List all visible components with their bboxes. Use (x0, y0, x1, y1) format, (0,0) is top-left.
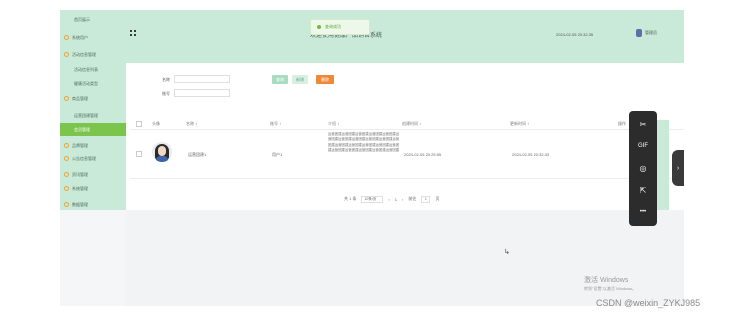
sidebar-footer (60, 210, 126, 306)
goto-suffix: 页 (435, 196, 440, 201)
pager-total: 共 1 条 (344, 196, 357, 201)
record-icon[interactable]: ◎ (629, 157, 657, 179)
prev-page-button[interactable]: ‹ (388, 197, 389, 202)
sidebar-item-label: 健康活动类型 (74, 80, 98, 86)
toast-message: 查询成功 (325, 24, 341, 29)
menu-icon (64, 202, 69, 207)
sidebar: 首页展示系统用户活动信息管理 活动信息列表 健康活动类型 商品管理运营团建管理 会员管理… (60, 10, 126, 210)
sidebar-item[interactable]: 系统管理 (60, 182, 126, 195)
source-credit: CSDN @weixin_ZYKJ985 (596, 298, 701, 308)
sidebar-item[interactable]: 商品管理 (60, 92, 126, 105)
sidebar-item-label: 资讯管理 (72, 171, 88, 177)
sidebar-item[interactable]: 公告信息管理 (60, 152, 126, 165)
cell-name: 运营团建1 (188, 152, 207, 157)
menu-icon (64, 156, 69, 161)
menu-icon (64, 52, 69, 57)
select-all-checkbox[interactable] (136, 121, 142, 127)
sidebar-item-label: 会员管理 (74, 126, 90, 132)
pagination: 共 1 条 10条/页 ‹ 1 › 前往 1 页 (344, 195, 439, 203)
next-page-button[interactable]: › (402, 197, 403, 202)
sidebar-item[interactable]: 品牌管理 (60, 139, 126, 152)
menu-icon (64, 143, 69, 148)
col-account[interactable]: 账号 ↕ (270, 121, 281, 127)
app-window: 首页展示系统用户活动信息管理 活动信息列表 健康活动类型 商品管理运营团建管理 会员管理… (60, 10, 684, 306)
sidebar-item[interactable]: 系统用户 (60, 31, 126, 44)
table-row: 运营团建1 用户1 运营团建运营团建运营团建运营团建运营团建运营团建运营团建运营… (130, 130, 684, 179)
search-button[interactable]: 查询 (272, 75, 288, 84)
col-updated[interactable]: 更新时间 ↕ (510, 121, 529, 127)
menu-icon (64, 96, 69, 101)
success-icon (317, 25, 321, 29)
sidebar-item-label: 系统管理 (72, 185, 88, 191)
user-name: 管理员 (645, 30, 657, 35)
add-button[interactable]: 新增 (292, 75, 308, 84)
more-icon[interactable]: ••• (629, 201, 657, 223)
sidebar-item-label: 公告信息管理 (72, 155, 96, 161)
col-intro[interactable]: 介绍 ↕ (328, 121, 339, 127)
capture-toolbar: ✂ GIF ◎ ⇱ ••• (629, 111, 657, 226)
sidebar-item-label: 活动信息列表 (74, 66, 98, 72)
col-actions: 操作 (618, 121, 626, 126)
table-header: 头像 名称 ↕ 账号 ↕ 介绍 ↕ 创建时间 ↕ 更新时间 ↕ 操作 (130, 118, 684, 130)
name-filter-label: 名称 (162, 77, 170, 82)
col-avatar: 头像 (152, 121, 160, 126)
col-name[interactable]: 名称 ↕ (186, 121, 197, 127)
sidebar-item[interactable]: 活动信息管理 (60, 48, 126, 61)
avatar-photo (152, 142, 172, 162)
header: 欢迎使用健康产品销售系统 2024-02-05 20:32:35 管理员 (126, 10, 684, 55)
sidebar-item[interactable]: 活动信息列表 (60, 63, 126, 76)
account-filter-input[interactable] (174, 89, 230, 97)
delete-button[interactable]: 删除 (316, 75, 334, 84)
col-created[interactable]: 创建时间 ↕ (402, 121, 421, 127)
sidebar-item-label: 数据管理 (72, 201, 88, 207)
windows-watermark: 激活 Windows 转到"设置"以激活 Windows。 (584, 277, 637, 291)
success-toast: 查询成功 (310, 19, 370, 35)
cell-account: 用户1 (272, 152, 283, 157)
menu-grid-icon[interactable] (130, 30, 136, 36)
sidebar-item-label: 运营团建管理 (74, 112, 98, 118)
mouse-cursor-icon: ↳ (504, 249, 510, 256)
sidebar-item-label: 首页展示 (74, 16, 90, 22)
share-icon[interactable]: ⇱ (629, 179, 657, 201)
expand-tab[interactable]: › (672, 150, 684, 186)
header-datetime: 2024-02-05 20:32:35 (556, 32, 594, 37)
cell-intro: 运营团建运营团建运营团建运营团建运营团建运营团建运营团建运营团建运营团建运营团建… (328, 132, 400, 153)
cell-created: 2024-02-05 20:25:55 (404, 152, 442, 157)
user-menu[interactable]: 管理员 (636, 29, 657, 37)
account-filter-label: 账号 (162, 91, 170, 96)
goto-input[interactable]: 1 (421, 195, 431, 203)
scissors-icon[interactable]: ✂ (629, 113, 657, 135)
sidebar-item[interactable]: 会员管理 (60, 123, 126, 136)
sidebar-item[interactable]: 运营团建管理 (60, 109, 126, 122)
sidebar-item-label: 品牌管理 (72, 142, 88, 148)
main-content: 名称 账号 查询 新增 删除 头像 名称 ↕ 账号 ↕ 介绍 ↕ 创建时间 ↕ … (126, 55, 684, 210)
sidebar-item[interactable]: 首页展示 (60, 13, 126, 26)
gif-icon[interactable]: GIF (629, 135, 657, 157)
menu-icon (64, 186, 69, 191)
current-page[interactable]: 1 (395, 197, 397, 202)
menu-icon (64, 35, 69, 40)
avatar-icon (636, 29, 642, 37)
menu-icon (64, 172, 69, 177)
sidebar-item-label: 商品管理 (72, 95, 88, 101)
row-checkbox[interactable] (136, 151, 142, 157)
sidebar-item-label: 活动信息管理 (72, 51, 96, 57)
sidebar-item[interactable]: 资讯管理 (60, 168, 126, 181)
name-filter-input[interactable] (174, 75, 230, 83)
cell-updated: 2024-02-05 20:32:33 (512, 152, 550, 157)
page-size-select[interactable]: 10条/页 (361, 195, 384, 203)
sidebar-item-label: 系统用户 (72, 34, 88, 40)
goto-label: 前往 (408, 196, 417, 201)
sidebar-item[interactable]: 健康活动类型 (60, 77, 126, 90)
